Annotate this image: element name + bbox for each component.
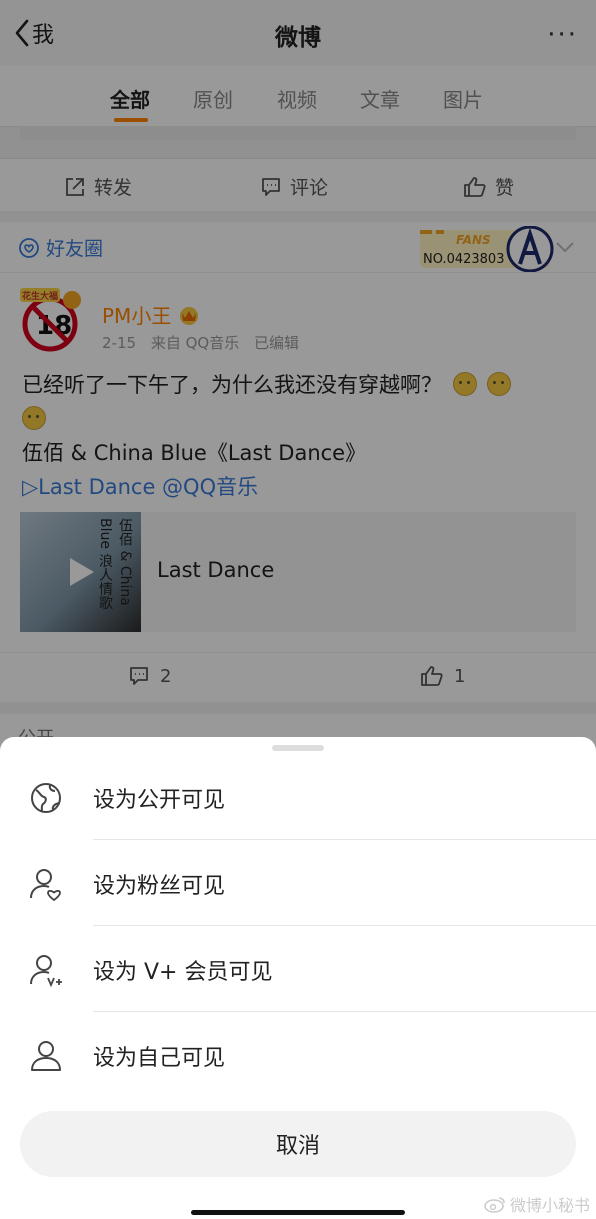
sheet-handle[interactable] [272, 745, 324, 751]
user-heart-icon [30, 869, 61, 902]
home-indicator[interactable] [191, 1210, 405, 1215]
option-fans-label: 设为粉丝可见 [93, 874, 226, 899]
visibility-sheet: 设为公开可见 设为粉丝可见 设为 V+ 会员可见 设为自己可见 取消 [0, 737, 596, 1219]
option-self-label: 设为自己可见 [93, 1046, 226, 1071]
watermark: 微博小秘书 [484, 1192, 590, 1216]
weibo-page: 我 微博 ··· 全部 原创 视频 文章 图片 转发 评论 赞 好友圈 FANS… [0, 0, 596, 1219]
globe-icon [31, 783, 61, 813]
option-public-label: 设为公开可见 [93, 788, 226, 813]
option-vplus[interactable]: 设为 V+ 会员可见 [0, 926, 596, 1012]
cancel-button[interactable]: 取消 [20, 1111, 576, 1177]
option-public[interactable]: 设为公开可见 [0, 754, 596, 840]
option-self[interactable]: 设为自己可见 [0, 1012, 596, 1098]
option-vplus-label: 设为 V+ 会员可见 [93, 960, 273, 985]
option-fans[interactable]: 设为粉丝可见 [0, 840, 596, 926]
user-vplus-icon [30, 955, 62, 988]
user-icon [31, 1041, 61, 1071]
weibo-logo-icon [484, 1197, 505, 1213]
watermark-text: 微博小秘书 [509, 1196, 590, 1215]
